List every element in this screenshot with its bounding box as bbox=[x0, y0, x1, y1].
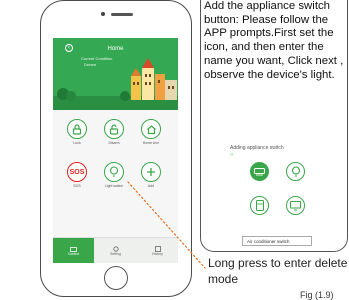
inner-icon-monitor[interactable] bbox=[286, 196, 305, 215]
lightbulb-icon bbox=[286, 162, 305, 181]
air-conditioner-icon bbox=[250, 162, 269, 181]
instruction-text: Add the appliance switch button: Please … bbox=[204, 0, 344, 81]
switch-name-input[interactable]: Air conditioner switch bbox=[242, 236, 312, 246]
inner-icon-light[interactable] bbox=[286, 162, 305, 181]
inner-icon-refrigerator[interactable] bbox=[250, 196, 269, 215]
inner-icon-air-conditioner[interactable] bbox=[250, 162, 269, 181]
inner-screen-title: Adding appliance switch bbox=[230, 145, 284, 151]
monitor-icon bbox=[286, 196, 305, 215]
callout-text: Long press to enter delete mode bbox=[208, 256, 348, 286]
inner-settings-icon: ○ bbox=[230, 152, 234, 158]
refrigerator-icon bbox=[250, 196, 269, 215]
